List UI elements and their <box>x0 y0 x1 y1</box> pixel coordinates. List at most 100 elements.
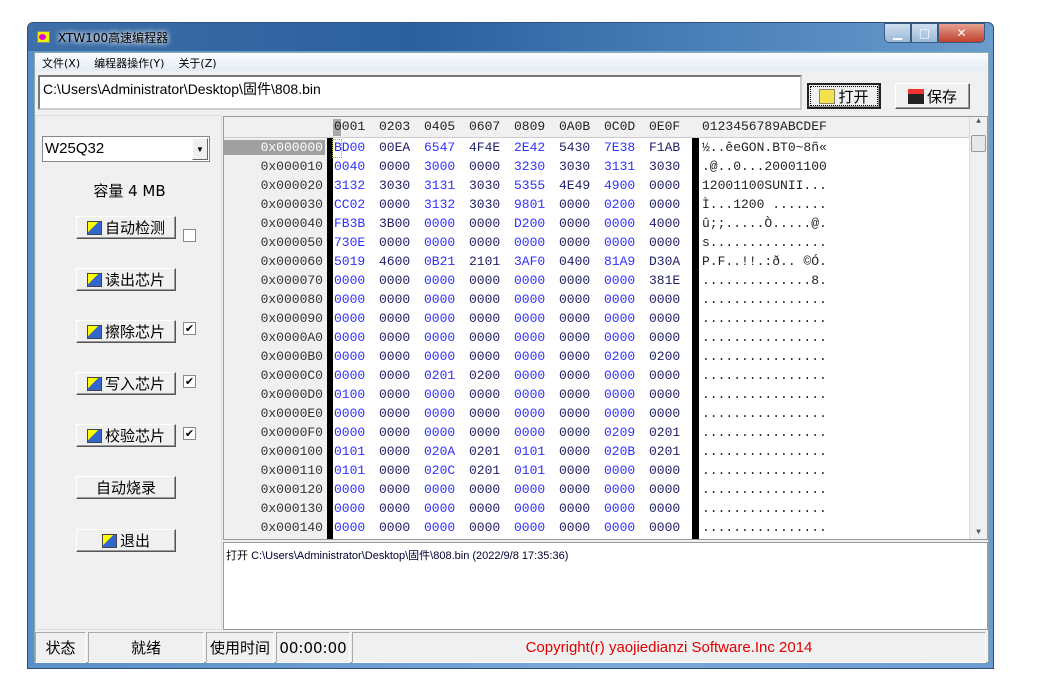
ascii-text[interactable]: Ì...1200 ....... <box>702 197 827 212</box>
hex-byte-group[interactable]: 00EA <box>379 140 410 155</box>
hex-byte-group[interactable]: 0000 <box>649 387 680 402</box>
hex-byte-group[interactable]: 3030 <box>379 178 410 193</box>
button-1[interactable]: 自动检测 <box>76 216 176 239</box>
hex-byte-group[interactable]: 020C <box>424 463 455 478</box>
hex-byte-group[interactable]: 0000 <box>649 406 680 421</box>
hex-byte-group[interactable]: 9801 <box>514 197 545 212</box>
hex-byte-group[interactable]: 0000 <box>559 235 590 250</box>
hex-byte-group[interactable]: 0000 <box>559 330 590 345</box>
hex-byte-group[interactable]: 0000 <box>379 159 410 174</box>
scroll-up-icon[interactable]: ▲ <box>970 117 987 126</box>
hex-byte-group[interactable]: 0B21 <box>424 254 455 269</box>
hex-byte-group[interactable]: 0000 <box>514 235 545 250</box>
hex-byte-group[interactable]: 0000 <box>604 463 635 478</box>
hex-byte-group[interactable]: 0000 <box>559 349 590 364</box>
hex-byte-group[interactable]: 0000 <box>379 444 410 459</box>
hex-row[interactable]: 0x000090 0000 0000 0000 0000 0000 0000 0000 0000… <box>224 311 970 330</box>
hex-byte-group[interactable]: 3030 <box>469 178 500 193</box>
hex-byte-group[interactable]: 0101 <box>334 463 365 478</box>
hex-byte-group[interactable]: 2101 <box>469 254 500 269</box>
hex-byte-group[interactable]: 0000 <box>559 425 590 440</box>
hex-byte-group[interactable]: 0000 <box>514 330 545 345</box>
hex-byte-group[interactable]: D30A <box>649 254 680 269</box>
hex-byte-group[interactable]: 0000 <box>469 311 500 326</box>
hex-byte-group[interactable]: 730E <box>334 235 365 250</box>
hex-byte-group[interactable]: 0000 <box>559 501 590 516</box>
hex-byte-group[interactable]: 0000 <box>559 463 590 478</box>
ascii-text[interactable]: ................ <box>702 406 827 421</box>
hex-byte-group[interactable]: 5355 <box>514 178 545 193</box>
hex-byte-group[interactable]: 0000 <box>469 501 500 516</box>
hex-byte-group[interactable]: 0000 <box>469 406 500 421</box>
hex-byte-group[interactable]: 0000 <box>424 482 455 497</box>
hex-byte-group[interactable]: FB3B <box>334 216 365 231</box>
hex-byte-group[interactable]: 0201 <box>469 463 500 478</box>
hex-byte-group[interactable]: 0000 <box>559 273 590 288</box>
hex-byte-group[interactable]: 0000 <box>604 235 635 250</box>
chip-model-select[interactable]: W25Q32 ▼ <box>42 136 210 162</box>
ascii-text[interactable]: ................ <box>702 425 827 440</box>
hex-byte-group[interactable]: 0000 <box>514 520 545 535</box>
hex-byte-group[interactable]: D200 <box>514 216 545 231</box>
hex-byte-group[interactable]: 0000 <box>469 520 500 535</box>
ascii-text[interactable]: ................ <box>702 501 827 516</box>
hex-byte-group[interactable]: 0000 <box>334 501 365 516</box>
hex-byte-group[interactable]: 0000 <box>379 197 410 212</box>
open-button[interactable]: 打开 <box>807 83 881 109</box>
hex-byte-group[interactable]: 0000 <box>514 501 545 516</box>
hex-byte-group[interactable]: 0000 <box>649 482 680 497</box>
hex-byte-group[interactable]: 81A9 <box>604 254 635 269</box>
hex-byte-group[interactable]: 0400 <box>559 254 590 269</box>
hex-byte-group[interactable]: 0000 <box>334 311 365 326</box>
hex-row[interactable]: 0x000010 0040 0000 3000 0000 3230 3030 3131 3030… <box>224 159 970 178</box>
hex-byte-group[interactable]: 0000 <box>469 159 500 174</box>
ascii-text[interactable]: ................ <box>702 463 827 478</box>
ascii-text[interactable]: ................ <box>702 349 827 364</box>
hex-byte-group[interactable]: 0000 <box>424 311 455 326</box>
hex-byte-group[interactable]: 0200 <box>604 197 635 212</box>
hex-byte-group[interactable]: 3000 <box>424 159 455 174</box>
menu-file[interactable]: 文件(X) <box>35 53 87 71</box>
hex-byte-group[interactable]: 0000 <box>559 387 590 402</box>
hex-byte-group[interactable]: 0200 <box>469 368 500 383</box>
hex-byte-group[interactable]: 0000 <box>469 425 500 440</box>
ascii-text[interactable]: P.F..!!.:ð.. ©Ó. <box>702 254 827 269</box>
hex-byte-group[interactable]: 0000 <box>649 330 680 345</box>
hex-byte-group[interactable]: 5019 <box>334 254 365 269</box>
hex-byte-group[interactable]: 0000 <box>469 330 500 345</box>
hex-byte-group[interactable]: 0000 <box>514 349 545 364</box>
ascii-text[interactable]: ................ <box>702 387 827 402</box>
hex-byte-group[interactable]: 0201 <box>469 444 500 459</box>
hex-byte-group[interactable]: 4900 <box>604 178 635 193</box>
save-button[interactable]: 保存 <box>895 83 970 109</box>
hex-byte-group[interactable]: 3230 <box>514 159 545 174</box>
hex-byte-group[interactable]: 0000 <box>379 501 410 516</box>
hex-byte-group[interactable]: 0200 <box>649 349 680 364</box>
ascii-text[interactable]: ½..êeGON.BT0~8ñ« <box>702 140 827 155</box>
hex-row[interactable]: 0x000110 0101 0000 020C 0201 0101 0000 0000 0000… <box>224 463 970 482</box>
hex-byte-group[interactable]: 0000 <box>379 368 410 383</box>
hex-byte-group[interactable]: 7E38 <box>604 140 635 155</box>
hex-byte-group[interactable]: 3030 <box>559 159 590 174</box>
hex-byte-group[interactable]: 0000 <box>604 216 635 231</box>
hex-byte-group[interactable]: 0000 <box>469 292 500 307</box>
option-checkbox[interactable]: ✔ <box>183 427 196 440</box>
ascii-text[interactable]: ................ <box>702 368 827 383</box>
hex-byte-group[interactable]: 0000 <box>334 520 365 535</box>
hex-byte-group[interactable]: 0000 <box>514 292 545 307</box>
ascii-text[interactable]: 12001100SUNII... <box>702 178 827 193</box>
button-7[interactable]: 退出 <box>76 529 176 552</box>
hex-byte-group[interactable]: 0000 <box>514 273 545 288</box>
hex-byte-group[interactable]: 0201 <box>424 368 455 383</box>
hex-byte-group[interactable]: CC02 <box>334 197 365 212</box>
hex-byte-group[interactable]: 0000 <box>424 520 455 535</box>
hex-byte-group[interactable]: 381E <box>649 273 680 288</box>
hex-row[interactable]: 0x000040 FB3B 3B00 0000 0000 D200 0000 0000 4000… <box>224 216 970 235</box>
hex-byte-group[interactable]: 0000 <box>649 178 680 193</box>
hex-row[interactable]: 0x0000D0 0100 0000 0000 0000 0000 0000 0000 0000… <box>224 387 970 406</box>
hex-byte-group[interactable]: 0000 <box>334 425 365 440</box>
hex-byte-group[interactable]: 0201 <box>649 425 680 440</box>
button-6[interactable]: 自动烧录 <box>76 476 176 499</box>
hex-byte-group[interactable]: 0000 <box>559 368 590 383</box>
hex-byte-group[interactable]: 0000 <box>604 387 635 402</box>
